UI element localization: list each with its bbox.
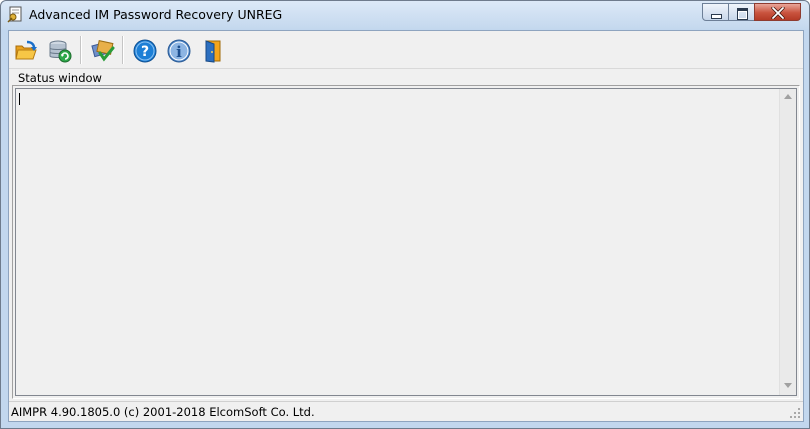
chevron-up-icon xyxy=(784,94,792,99)
toolbar-separator xyxy=(80,36,82,64)
passwords-button[interactable] xyxy=(89,37,117,65)
close-icon xyxy=(771,7,785,19)
minimize-button[interactable] xyxy=(702,3,729,21)
status-bar: AIMPR 4.90.1805.0 (c) 2001-2018 ElcomSof… xyxy=(9,401,803,421)
exit-button[interactable] xyxy=(199,37,227,65)
database-button[interactable] xyxy=(46,37,74,65)
toolbar: ? i xyxy=(9,31,803,69)
version-copyright-text: AIMPR 4.90.1805.0 (c) 2001-2018 ElcomSof… xyxy=(11,405,315,419)
close-button[interactable] xyxy=(754,3,801,21)
title-bar[interactable]: Advanced IM Password Recovery UNREG xyxy=(1,1,809,29)
chevron-down-icon xyxy=(784,383,792,388)
scroll-down-button[interactable] xyxy=(780,378,797,395)
text-caret xyxy=(19,93,20,105)
client-area: ? i Status window AIMPR 4.90.1805.0 (c) … xyxy=(8,30,804,422)
database-refresh-icon xyxy=(49,40,72,63)
scroll-up-button[interactable] xyxy=(780,89,797,106)
svg-text:i: i xyxy=(176,43,182,61)
info-icon: i xyxy=(167,39,191,63)
about-button[interactable]: i xyxy=(165,37,193,65)
window-title: Advanced IM Password Recovery UNREG xyxy=(29,7,283,22)
app-window: Advanced IM Password Recovery UNREG ? i … xyxy=(0,0,810,429)
status-window-textarea[interactable] xyxy=(15,88,797,396)
help-question-icon: ? xyxy=(133,39,157,63)
vertical-scrollbar[interactable] xyxy=(779,89,796,395)
passwords-check-icon xyxy=(91,40,115,62)
toolbar-separator xyxy=(122,36,124,64)
resize-grip-icon[interactable] xyxy=(789,407,801,419)
svg-text:?: ? xyxy=(141,44,149,60)
open-button[interactable] xyxy=(12,37,40,65)
status-window-label: Status window xyxy=(18,71,102,85)
help-button[interactable]: ? xyxy=(131,37,159,65)
maximize-button[interactable] xyxy=(728,3,755,21)
exit-door-icon xyxy=(205,40,221,63)
open-folder-icon xyxy=(15,40,37,60)
key-document-icon[interactable] xyxy=(7,6,23,23)
